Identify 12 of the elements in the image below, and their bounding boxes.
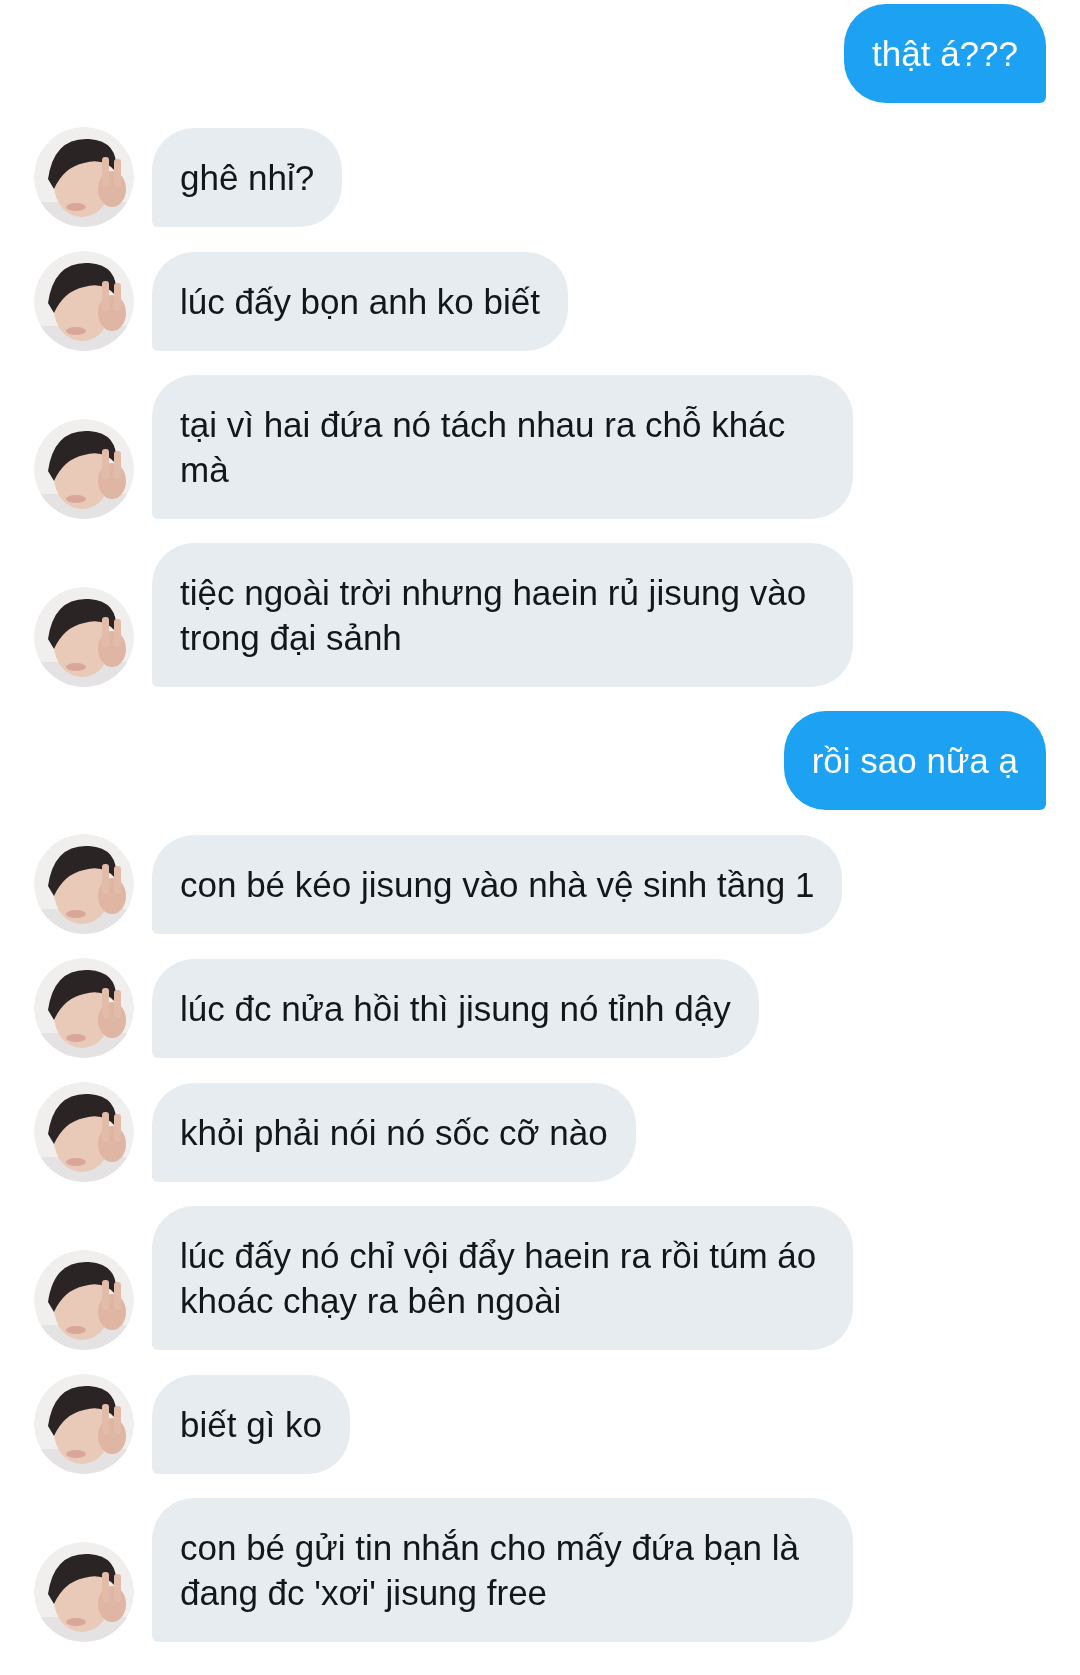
received-message: khỏi phải nói nó sốc cỡ nào <box>152 1083 636 1182</box>
received-message: tại vì hai đứa nó tách nhau ra chỗ khác mà <box>152 375 853 519</box>
received-message: tiệc ngoài trời nhưng haein rủ jisung vào trong đại sảnh <box>152 543 853 687</box>
received-message: lúc đc nửa hồi thì jisung nó tỉnh dậy <box>152 959 759 1058</box>
sent-message: thật á??? <box>844 4 1046 103</box>
received-message: con bé kéo jisung vào nhà vệ sinh tầng 1 <box>152 835 843 934</box>
sent-message: rồi sao nữa ạ <box>783 711 1046 810</box>
received-message: biết gì ko <box>152 1375 351 1474</box>
received-message: lúc đấy nó chỉ vội đẩy haein ra rồi túm áo khoác chạy ra bên ngoài <box>152 1206 853 1350</box>
received-message: lúc đấy bọn anh ko biết <box>152 252 568 351</box>
received-message: con bé gửi tin nhắn cho mấy đứa bạn là đang đc 'xơi' jisung free <box>152 1498 853 1642</box>
received-message: ghê nhỉ? <box>152 128 343 227</box>
